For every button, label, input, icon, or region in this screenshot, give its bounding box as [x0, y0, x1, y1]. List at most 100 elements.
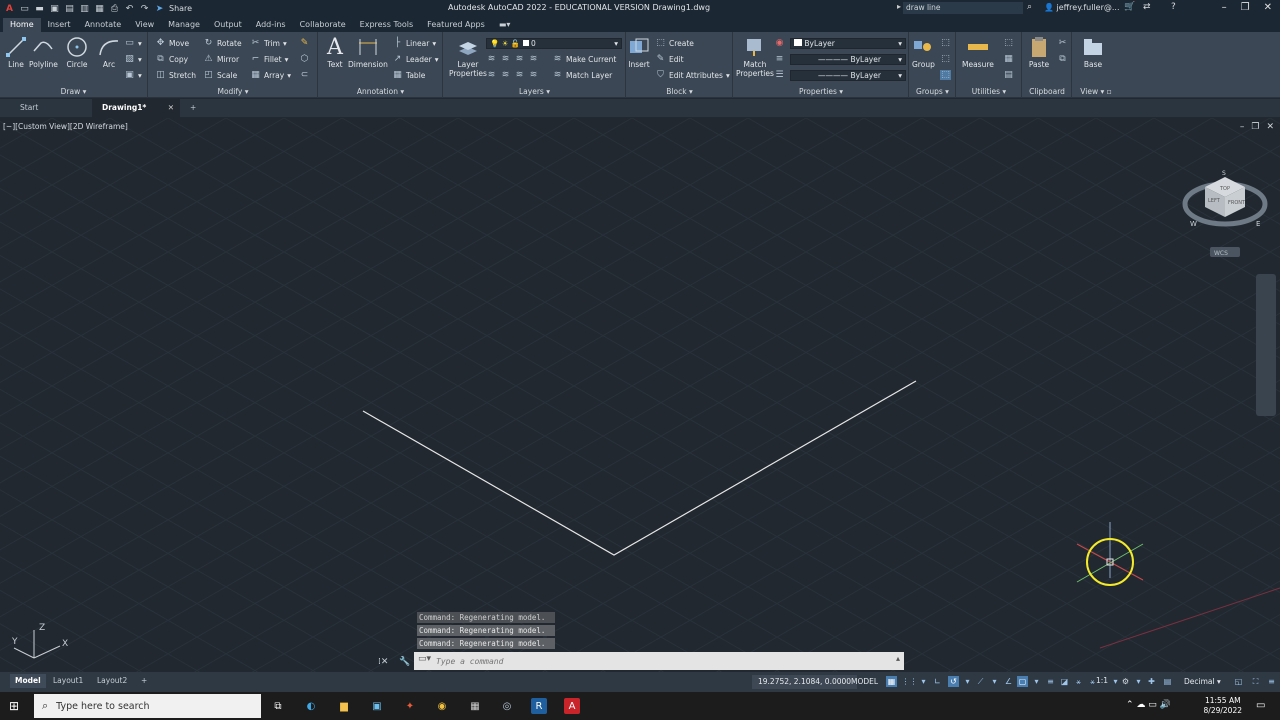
tab-collaborate[interactable]: Collaborate — [293, 20, 353, 32]
panel-title-clipboard[interactable]: Clipboard — [1023, 87, 1071, 96]
group-select-icon[interactable]: ⬚ — [940, 70, 951, 80]
viewport-controls-label[interactable]: [−][Custom View][2D Wireframe] — [3, 122, 128, 131]
line-button[interactable]: Line — [5, 36, 27, 69]
isodraft-menu-icon[interactable]: ▾ — [989, 676, 1000, 687]
exchange-icon[interactable]: ⇄ — [1143, 2, 1151, 12]
command-customize-icon[interactable]: 🔧 — [399, 657, 410, 667]
lineweight-dropdown[interactable]: ———— ByLayer ▾ — [790, 54, 906, 65]
table-button[interactable]: ▦ Table — [392, 70, 425, 80]
leader-button[interactable]: ↗ Leader ▾ — [392, 54, 439, 64]
new-tab-icon[interactable]: + — [180, 99, 206, 117]
text-button[interactable]: A Text — [324, 35, 346, 70]
cart-icon[interactable]: 🛒 — [1124, 2, 1135, 12]
calculator-app-icon[interactable]: ▦ — [467, 698, 483, 714]
group-button[interactable]: Group — [912, 36, 935, 69]
chrome-icon[interactable]: ◉ — [434, 698, 450, 714]
color-dropdown[interactable]: ByLayer ▾ — [790, 38, 906, 49]
base-button[interactable]: Base — [1082, 36, 1104, 69]
panel-title-properties[interactable]: Properties ▾ — [734, 87, 908, 96]
task-view-icon[interactable]: ⧉ — [270, 698, 286, 714]
save-web-icon[interactable]: ▦ — [94, 4, 105, 14]
viewport-close-icon[interactable]: ✕ — [1266, 122, 1274, 132]
file-explorer-icon[interactable]: ▆ — [336, 698, 352, 714]
stretch-button[interactable]: ◫ Stretch — [155, 70, 196, 80]
tab-insert[interactable]: Insert — [41, 20, 78, 32]
layer-tools-row-2[interactable]: ≋ ≋ ≋ ≋ — [486, 70, 539, 80]
calculator-icon[interactable]: ▦ — [1003, 54, 1014, 64]
panel-title-groups[interactable]: Groups ▾ — [910, 87, 955, 96]
linear-button[interactable]: ├ Linear ▾ — [392, 38, 436, 48]
rectangle-icon[interactable]: ▭ ▾ — [124, 38, 142, 48]
linetype-dropdown[interactable]: ———— ByLayer ▾ — [790, 70, 906, 81]
isolate-objects-icon[interactable]: ▤ — [1162, 676, 1173, 687]
undo-icon[interactable]: ↶ — [124, 4, 135, 14]
search-icon[interactable]: ⌕ — [1027, 2, 1032, 12]
navigation-bar[interactable] — [1256, 274, 1276, 416]
panel-title-utilities[interactable]: Utilities ▾ — [957, 87, 1021, 96]
ortho-icon[interactable]: ∟ — [932, 676, 943, 687]
drawing-tab[interactable]: Drawing1* ✕ — [92, 99, 180, 117]
fillet-button[interactable]: ⌐ Fillet ▾ — [250, 54, 289, 64]
copy-clip-icon[interactable]: ⧉ — [1057, 54, 1068, 64]
taskbar-search[interactable]: ⌕ Type here to search — [34, 694, 261, 718]
edit-block-button[interactable]: ✎ Edit — [655, 54, 684, 64]
customization-icon[interactable]: ≡ — [1266, 676, 1277, 687]
boundary-icon[interactable]: ▣ ▾ — [124, 70, 142, 80]
notifications-icon[interactable]: ▭ — [1256, 700, 1265, 711]
object-snap-tracking-icon[interactable]: ∠ — [1003, 676, 1014, 687]
panel-title-draw[interactable]: Draw ▾ — [0, 87, 147, 96]
layout-tab-model[interactable]: Model — [10, 674, 46, 688]
app-icon-red[interactable]: ✦ — [402, 698, 418, 714]
edit-attributes-button[interactable]: ⛉ Edit Attributes ▾ — [655, 70, 730, 80]
model-space-toggle[interactable]: MODEL — [851, 675, 878, 689]
create-block-button[interactable]: ⬚ Create — [655, 38, 694, 48]
group-edit-icon[interactable]: ⬚ — [940, 54, 951, 64]
tab-add-ins[interactable]: Add-ins — [249, 20, 293, 32]
autocad-logo-icon[interactable]: A — [4, 4, 15, 14]
store-icon[interactable]: ▣ — [369, 698, 385, 714]
revit-icon[interactable]: R — [531, 698, 547, 714]
obs-icon[interactable]: ◎ — [499, 698, 515, 714]
open-file-icon[interactable]: ▬ — [34, 4, 45, 14]
tab-output[interactable]: Output — [207, 20, 249, 32]
system-clock[interactable]: 11:55 AM 8/29/2022 — [1204, 696, 1242, 716]
edge-icon[interactable]: ◐ — [303, 698, 319, 714]
isodraft-icon[interactable]: ⟋ — [975, 676, 986, 687]
lineweight-display-icon[interactable]: ≡ — [1045, 676, 1056, 687]
command-input[interactable] — [436, 655, 876, 667]
share-button[interactable]: Share — [169, 4, 192, 13]
ribbon-toggle-icon[interactable]: ▬▾ — [492, 20, 518, 32]
layer-properties-button[interactable]: Layer Properties — [449, 36, 487, 78]
annotation-scale-dropdown[interactable]: 1:1 — [1096, 676, 1108, 685]
tab-featured-apps[interactable]: Featured Apps — [420, 20, 492, 32]
system-tray-icons[interactable]: ⌃ ☁ ▭ 🔊 — [1126, 700, 1171, 710]
minimize-icon[interactable]: – — [1222, 2, 1227, 13]
workspace-gear-icon[interactable]: ⚙ — [1120, 676, 1131, 687]
measure-button[interactable]: Measure — [962, 36, 994, 69]
tab-annotate[interactable]: Annotate — [78, 20, 129, 32]
add-layout-icon[interactable]: + — [136, 674, 152, 688]
plot-icon[interactable]: ⎙ — [109, 4, 120, 14]
annotation-visibility-icon[interactable]: ⚹ — [1073, 676, 1084, 687]
units-dropdown[interactable]: Decimal ▾ — [1180, 675, 1225, 689]
open-web-icon[interactable]: ▥ — [79, 4, 90, 14]
trim-button[interactable]: ✂ Trim ▾ — [250, 38, 287, 48]
snap-icon[interactable]: ⋮⋮ — [902, 676, 918, 687]
panel-title-modify[interactable]: Modify ▾ — [149, 87, 317, 96]
panel-title-block[interactable]: Block ▾ — [627, 87, 732, 96]
layer-tools-row-1[interactable]: ≋ ≋ ≋ ≋ — [486, 54, 539, 64]
help-search-input[interactable]: draw line — [903, 2, 1023, 14]
maximize-icon[interactable]: ❐ — [1241, 2, 1250, 13]
close-icon[interactable]: ✕ — [1264, 2, 1272, 13]
insert-button[interactable]: Insert — [628, 36, 650, 69]
tab-view[interactable]: View — [128, 20, 161, 32]
paste-button[interactable]: Paste — [1028, 36, 1050, 69]
new-file-icon[interactable]: ▭ — [19, 4, 30, 14]
explode-icon[interactable]: ⬡ — [299, 54, 310, 64]
help-icon[interactable]: ? — [1171, 2, 1176, 12]
cut-icon[interactable]: ✂ — [1057, 38, 1068, 48]
annotation-monitor-icon[interactable]: ✚ — [1146, 676, 1157, 687]
grid-icon[interactable]: ▦ — [886, 676, 897, 687]
scale-button[interactable]: ◰ Scale — [203, 70, 237, 80]
command-prompt-icon[interactable]: ▭▾ — [418, 654, 431, 664]
